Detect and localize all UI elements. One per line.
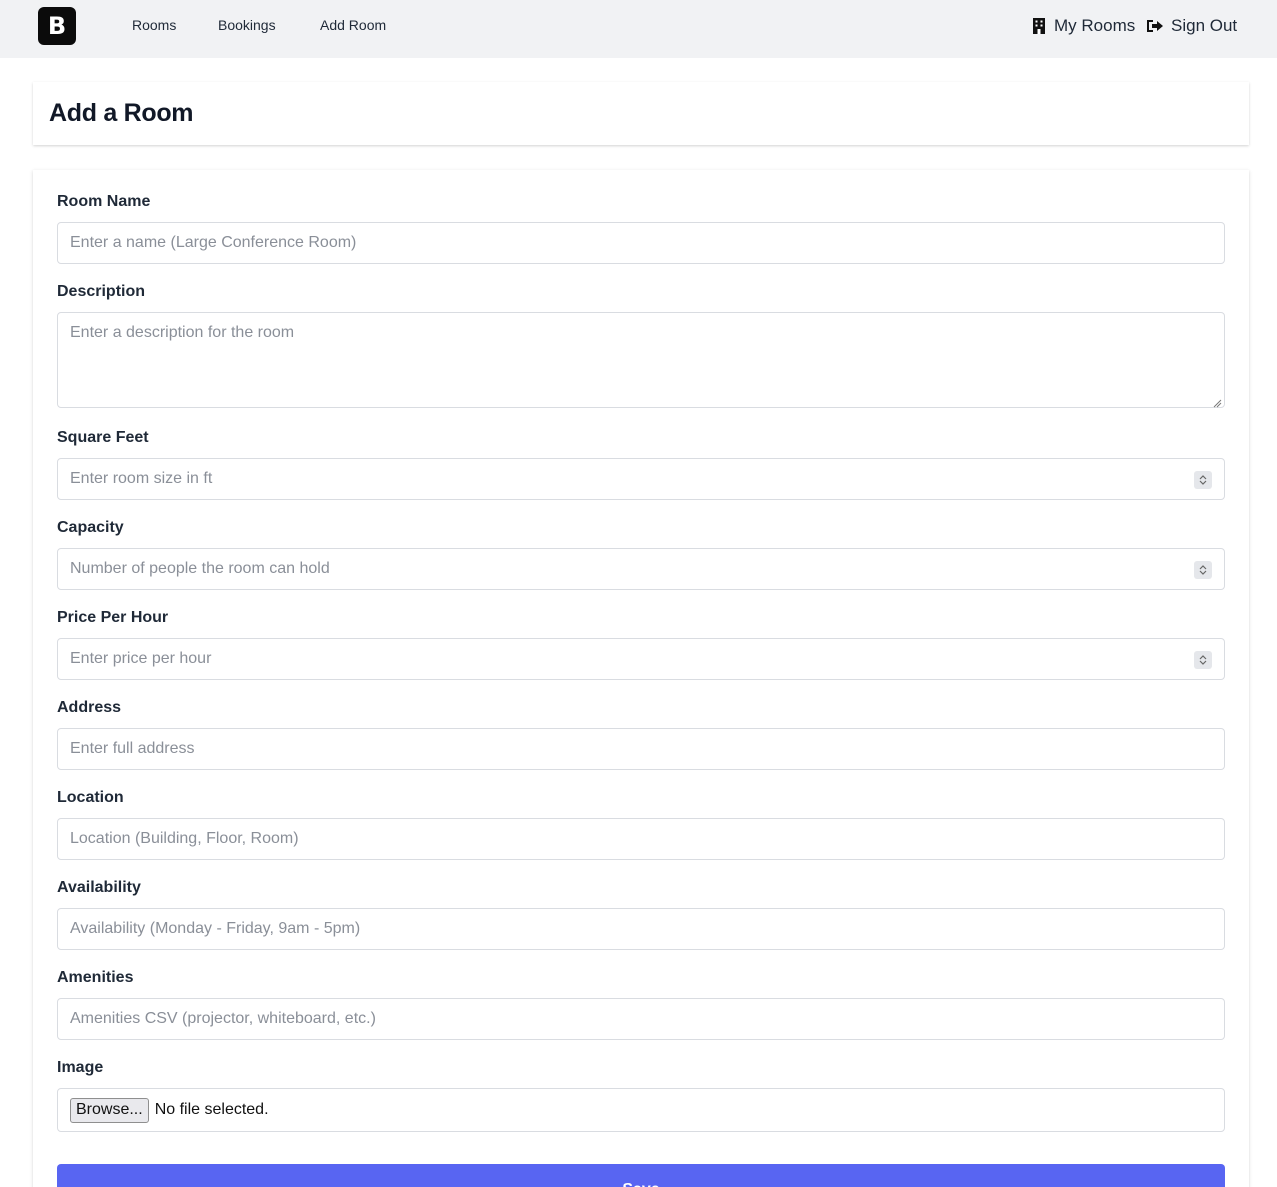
location-label: Location <box>57 789 124 806</box>
description-textarea[interactable] <box>58 313 1224 407</box>
building-icon <box>1031 17 1047 35</box>
save-button[interactable]: Save <box>57 1164 1225 1187</box>
square-feet-input[interactable] <box>58 459 1224 499</box>
price-stepper-icon[interactable] <box>1194 651 1212 669</box>
nav-link-add-room[interactable]: Add Room <box>320 17 386 33</box>
room-name-label: Room Name <box>57 193 151 210</box>
resize-grip-icon[interactable] <box>1212 395 1222 408</box>
page-title: Add a Room <box>49 99 194 127</box>
page-header: Add a Room <box>33 82 1249 145</box>
address-label: Address <box>57 699 122 716</box>
amenities-label: Amenities <box>57 969 134 986</box>
my-rooms-link[interactable]: My Rooms <box>1031 16 1135 36</box>
location-input[interactable] <box>58 819 1224 859</box>
square-feet-field <box>57 458 1225 500</box>
price-per-hour-field <box>57 638 1225 680</box>
sign-out-link[interactable]: Sign Out <box>1146 16 1237 36</box>
amenities-input[interactable] <box>58 999 1224 1039</box>
availability-input[interactable] <box>58 909 1224 949</box>
sign-out-icon <box>1146 18 1164 34</box>
my-rooms-label: My Rooms <box>1054 16 1136 35</box>
capacity-field <box>57 548 1225 590</box>
sign-out-label: Sign Out <box>1171 16 1238 35</box>
availability-field <box>57 908 1225 950</box>
description-label: Description <box>57 283 146 300</box>
capacity-input[interactable] <box>58 549 1224 589</box>
logo[interactable]: B <box>38 7 76 45</box>
image-label: Image <box>57 1059 104 1076</box>
capacity-stepper-icon[interactable] <box>1194 561 1212 579</box>
nav-link-rooms[interactable]: Rooms <box>132 17 176 33</box>
amenities-field <box>57 998 1225 1040</box>
availability-label: Availability <box>57 879 141 896</box>
browse-button[interactable]: Browse... <box>70 1097 149 1123</box>
square-feet-label: Square Feet <box>57 429 149 446</box>
price-per-hour-input[interactable] <box>58 639 1224 679</box>
image-file-input: Browse... No file selected. <box>57 1088 1225 1132</box>
address-field <box>57 728 1225 770</box>
capacity-label: Capacity <box>57 519 124 536</box>
top-navbar: B Rooms Bookings Add Room My Rooms Sign … <box>0 0 1277 58</box>
price-per-hour-label: Price Per Hour <box>57 609 169 626</box>
file-status-text: No file selected. <box>154 1101 269 1118</box>
location-field <box>57 818 1225 860</box>
nav-link-bookings[interactable]: Bookings <box>218 17 276 33</box>
address-input[interactable] <box>58 729 1224 769</box>
room-name-field <box>57 222 1225 264</box>
description-field <box>57 312 1225 408</box>
square-feet-stepper-icon[interactable] <box>1194 471 1212 489</box>
room-name-input[interactable] <box>58 223 1224 263</box>
